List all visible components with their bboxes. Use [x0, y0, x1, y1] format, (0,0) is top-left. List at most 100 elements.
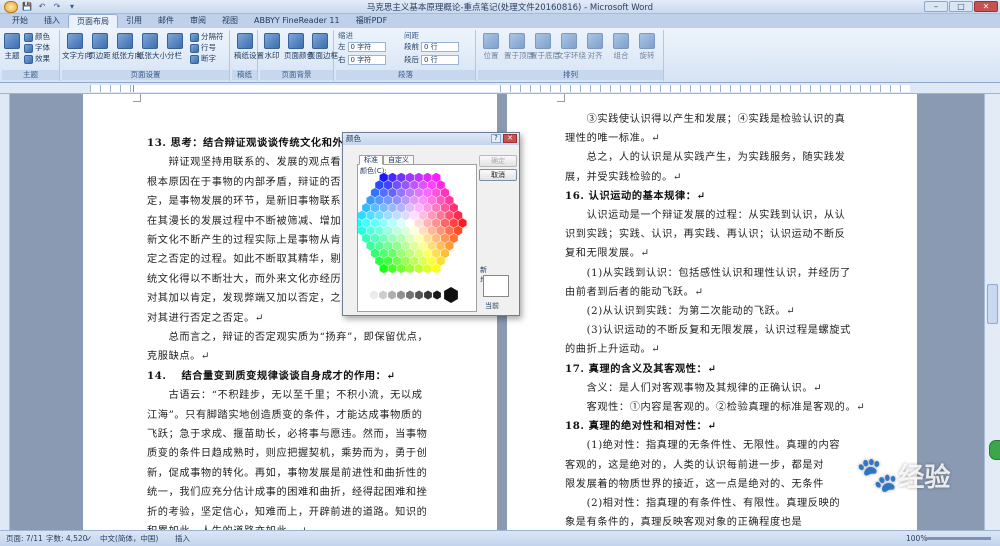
tab-0[interactable]: 开始 [4, 14, 36, 28]
ps-items-icon-2 [116, 33, 133, 49]
ar-items-button-6[interactable]: 旋转 [634, 33, 660, 61]
undo-icon[interactable]: ↶ [36, 1, 48, 12]
office-button[interactable] [4, 1, 18, 13]
side-assistant-icon[interactable] [989, 440, 1000, 460]
fonts-button[interactable]: 字体 [24, 42, 50, 53]
tab-1[interactable]: 插入 [36, 14, 68, 28]
gray-cell[interactable] [415, 290, 423, 300]
ar-items-icon-1 [509, 33, 525, 49]
ps-items-button-3[interactable]: 纸张大小 [137, 33, 167, 61]
ps-items-button-0[interactable]: 文字方向 [62, 33, 92, 61]
close-button[interactable]: ✕ [974, 1, 998, 12]
gray-cell[interactable] [397, 290, 405, 300]
color-dialog: 颜色 ? ✕ 标准 自定义 颜色(C): 新增 确定 取消 当前 [342, 132, 520, 316]
tab-8[interactable]: 福昕PDF [348, 14, 396, 28]
ar-items-button-3[interactable]: 文字环绕 [556, 33, 586, 61]
text-line: (1)绝对性：指真理的无条件性、无限性。真理的内容 [565, 440, 841, 452]
breaks-button[interactable]: 分隔符 [190, 31, 224, 42]
background-group: 水印 页面颜色 页面边框 页面背景 [260, 30, 338, 81]
ar-items-icon-6 [639, 33, 655, 49]
crop-mark [133, 94, 141, 102]
text-line: 江海”。只有脚踏实地创造质变的条件，才能达成事物质的 [147, 409, 423, 421]
page-count[interactable]: 页面: 7/11 [6, 531, 43, 546]
scroll-thumb[interactable] [987, 284, 998, 324]
text-line: 复和无限发展。↵ [565, 248, 650, 260]
indent-left-input[interactable]: 0 字符 [347, 42, 386, 52]
text-line: 限发展着的物质世界的接近，这一点是绝对的、无条件 [565, 478, 824, 490]
dialog-close-button[interactable]: ✕ [503, 134, 517, 143]
hyphenation-button[interactable]: 断字 [190, 53, 216, 64]
colors-button[interactable]: 颜色 [24, 31, 50, 42]
ok-button[interactable]: 确定 [479, 155, 517, 167]
status-bar: 页面: 7/11 字数: 4,520 ✓ 中文(简体，中国) 插入 100% [0, 530, 1000, 546]
text-line: 客观的，这是绝对的，人类的认识每前进一步，都是对 [565, 459, 824, 471]
ps-items-button-1[interactable]: 页边距 [87, 33, 112, 61]
minimize-button[interactable]: – [924, 1, 948, 12]
indent-label: 缩进 [338, 31, 353, 40]
heading-line: 18. 真理的绝对性和相对性：↵ [565, 420, 717, 433]
ps-items-icon-4 [166, 33, 183, 49]
ar-items-button-1[interactable]: 置于顶层 [504, 33, 534, 61]
gray-cell[interactable] [406, 290, 414, 300]
line-numbers-button[interactable]: 行号 [190, 42, 216, 53]
ar-items-button-2[interactable]: 置于底层 [530, 33, 560, 61]
save-icon[interactable]: 💾 [21, 1, 33, 12]
text-line: 由前者到后者的能动飞跃。↵ [565, 286, 704, 298]
spacing-after: 段后 0 行 [404, 54, 459, 65]
maximize-button[interactable]: □ [949, 1, 973, 12]
customize-qat-icon[interactable]: ▾ [66, 1, 78, 12]
text-line: 展，并受实践检验的。↵ [565, 171, 683, 183]
text-line: 克服缺点。↵ [147, 351, 211, 363]
tab-standard[interactable]: 标准 [359, 155, 383, 165]
tab-6[interactable]: 视图 [214, 14, 246, 28]
color-panel: 颜色(C): 新增 [357, 164, 487, 313]
text-line: 古语云：“不积跬步，无以至千里；不积小流，无以成 [147, 390, 423, 402]
vertical-scrollbar[interactable] [984, 94, 1000, 530]
black-cell[interactable] [444, 287, 458, 303]
tab-3[interactable]: 引用 [118, 14, 150, 28]
current-label: 当前 [485, 302, 499, 310]
horizontal-ruler[interactable] [0, 83, 1000, 94]
indent-right-input[interactable]: 0 字符 [347, 55, 386, 65]
ps-items-button-4[interactable]: 分栏 [162, 33, 187, 61]
manuscript-icon [237, 33, 253, 49]
theme-button[interactable]: 主题 [4, 33, 20, 61]
text-line: (2)相对性：指真理的有条件性、有限性。真理反映的 [565, 498, 841, 509]
spacing-before-input[interactable]: 0 行 [421, 42, 459, 52]
text-line: (3)认识运动的不断反复和无限发展，认识过程是螺旋式 [565, 325, 851, 337]
text-line: 在其漫长的发展过程中不断被筛减、增加 [147, 215, 342, 227]
bg-items-button-1[interactable]: 页面颜色 [284, 33, 314, 61]
insert-mode[interactable]: 插入 [175, 531, 190, 546]
language[interactable]: 中文(简体，中国) [100, 531, 158, 546]
indent-left: 左0 字符 [338, 41, 386, 52]
tab-4[interactable]: 邮件 [150, 14, 182, 28]
ar-items-button-5[interactable]: 组合 [608, 33, 634, 61]
manuscript-button[interactable]: 稿纸设置 [234, 33, 264, 61]
cancel-button[interactable]: 取消 [479, 169, 517, 181]
arrange-group: 位置 置于顶层 置于底层 文字环绕 对齐 组合 旋转 排列 [478, 30, 664, 81]
gray-cell[interactable] [379, 290, 387, 300]
tab-5[interactable]: 审阅 [182, 14, 214, 28]
color-hexagon[interactable] [358, 173, 476, 313]
spacing-after-input[interactable]: 0 行 [421, 55, 459, 65]
ar-items-button-0[interactable]: 位置 [478, 33, 504, 61]
redo-icon[interactable]: ↷ [51, 1, 63, 12]
help-button[interactable]: ? [491, 134, 501, 143]
bg-items-button-2[interactable]: 页面边框 [308, 33, 338, 61]
ar-items-button-4[interactable]: 对齐 [582, 33, 608, 61]
proof-icon[interactable]: ✓ [86, 531, 92, 546]
gray-cell[interactable] [424, 290, 432, 300]
gray-cell[interactable] [433, 290, 441, 300]
page-setup-group: 文字方向 页边距 纸张方向 纸张大小 分栏 分隔符 行号 断字 页面设置 [62, 30, 230, 81]
bg-items-button-0[interactable]: 水印 [260, 33, 284, 61]
word-count[interactable]: 字数: 4,520 [46, 531, 87, 546]
watermark-logo: 🐾经验 [856, 455, 951, 495]
gray-cell[interactable] [388, 290, 396, 300]
ruler-text-area [133, 85, 495, 92]
tab-2[interactable]: 页面布局 [68, 14, 118, 28]
gray-cell[interactable] [370, 290, 378, 300]
zoom-slider[interactable] [925, 537, 991, 540]
effects-button[interactable]: 效果 [24, 53, 50, 64]
ps-items-button-2[interactable]: 纸张方向 [112, 33, 142, 61]
tab-7[interactable]: ABBYY FineReader 11 [246, 14, 348, 28]
